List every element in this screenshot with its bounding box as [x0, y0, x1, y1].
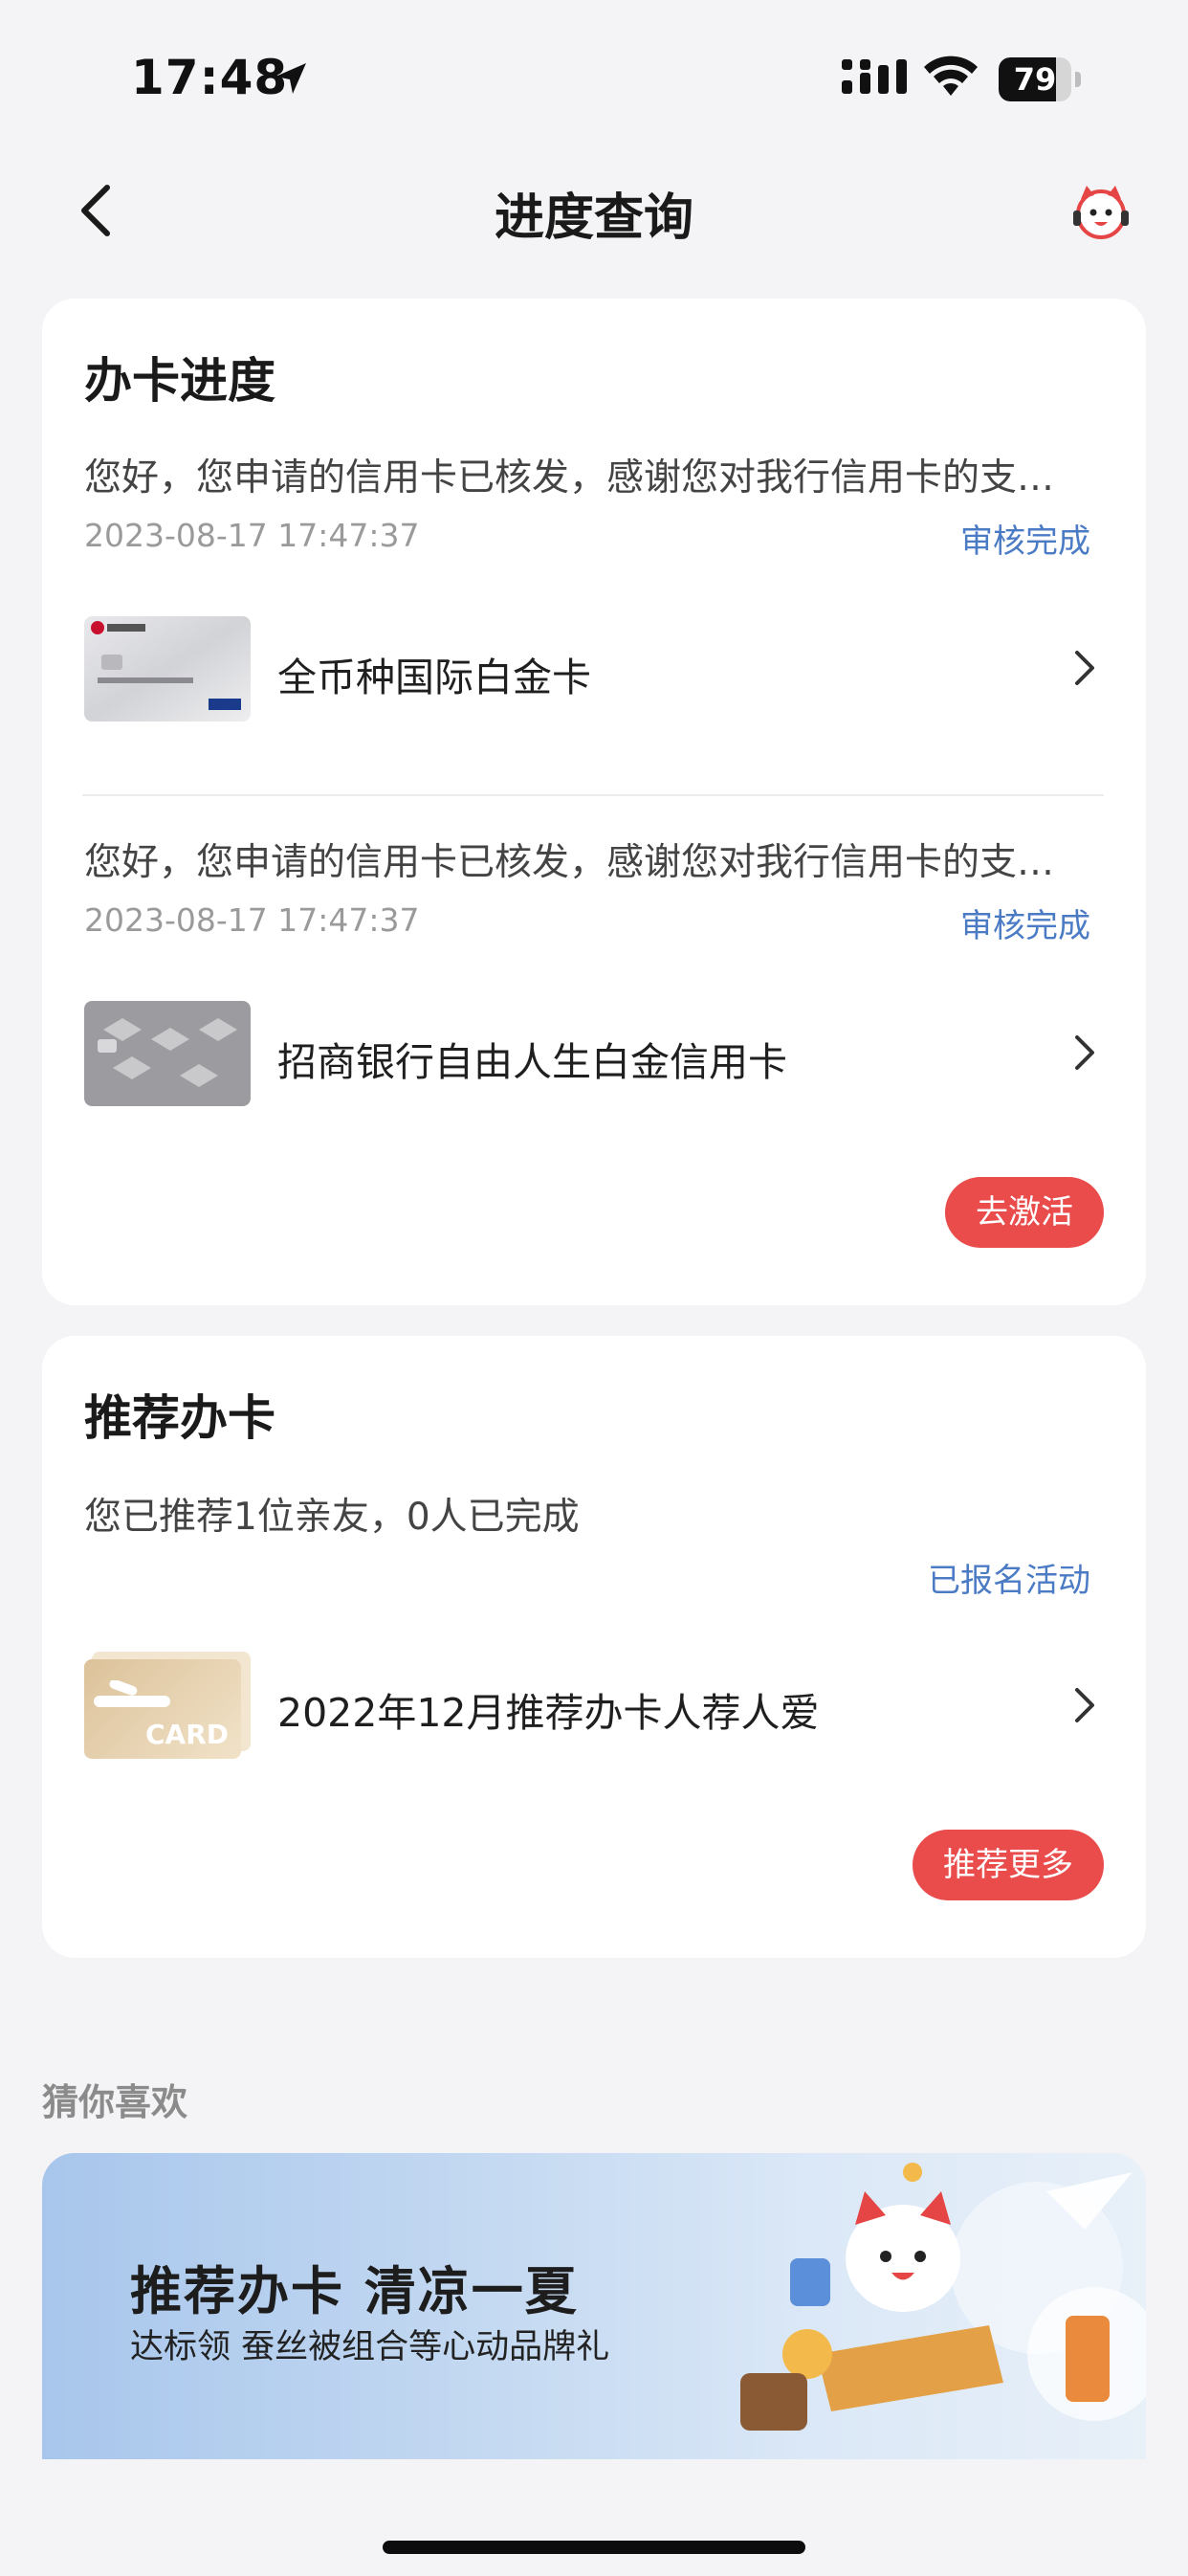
progress-message: 您好，您申请的信用卡已核发，感谢您对我行信用卡的支… — [84, 456, 1055, 500]
cellular-signal-icon — [842, 59, 907, 94]
review-status[interactable]: 审核完成 — [861, 515, 1090, 562]
recommend-more-button[interactable]: 推荐更多 — [913, 1830, 1104, 1900]
battery-level: 79 — [1013, 61, 1057, 98]
progress-timestamp: 2023-08-17 17:47:37 — [84, 901, 420, 939]
chevron-right-icon — [1075, 651, 1094, 685]
promo-illustration — [740, 2163, 1146, 2431]
customer-service-mascot-icon[interactable] — [1067, 178, 1134, 245]
card-name: 招商银行自由人生白金信用卡 — [277, 1039, 787, 1085]
chevron-right-icon — [1075, 1688, 1094, 1722]
review-status[interactable]: 审核完成 — [861, 899, 1090, 946]
card-badge-thumbnail: CARD — [84, 1652, 251, 1759]
platinum-card-thumbnail — [84, 616, 251, 722]
card-name: 全币种国际白金卡 — [277, 655, 591, 700]
promo-banner[interactable]: 推荐办卡 清凉一夏 达标领 蚕丝被组合等心动品牌礼 — [42, 2153, 1146, 2459]
chevron-right-icon — [1075, 1035, 1094, 1070]
page-title: 进度查询 — [494, 189, 693, 247]
registered-activity-link[interactable]: 已报名活动 — [842, 1554, 1090, 1601]
home-indicator — [383, 2541, 805, 2554]
progress-timestamp: 2023-08-17 17:47:37 — [84, 517, 420, 554]
activate-button[interactable]: 去激活 — [945, 1177, 1104, 1248]
recommend-summary: 您已推荐1位亲友，0人已完成 — [84, 1496, 580, 1539]
card-arrow-icon — [94, 1680, 170, 1707]
status-time: 17:48 — [131, 50, 289, 105]
section-title-progress: 办卡进度 — [84, 353, 275, 409]
progress-message: 您好，您申请的信用卡已核发，感谢您对我行信用卡的支… — [84, 841, 1055, 884]
banner-title: 推荐办卡 清凉一夏 — [130, 2260, 579, 2321]
section-title-recommend: 推荐办卡 — [84, 1390, 275, 1446]
location-arrow-icon — [275, 63, 306, 94]
banner-subtitle: 达标领 蚕丝被组合等心动品牌礼 — [130, 2328, 610, 2366]
activity-name: 2022年12月推荐办卡人荐人爱 — [277, 1690, 820, 1736]
battery-indicator: 79 — [999, 57, 1081, 101]
guess-you-like-title: 猜你喜欢 — [42, 2081, 188, 2123]
freedom-card-thumbnail — [84, 1001, 251, 1106]
wifi-icon — [924, 56, 978, 96]
card-badge-label: CARD — [145, 1719, 230, 1750]
divider — [82, 794, 1104, 796]
